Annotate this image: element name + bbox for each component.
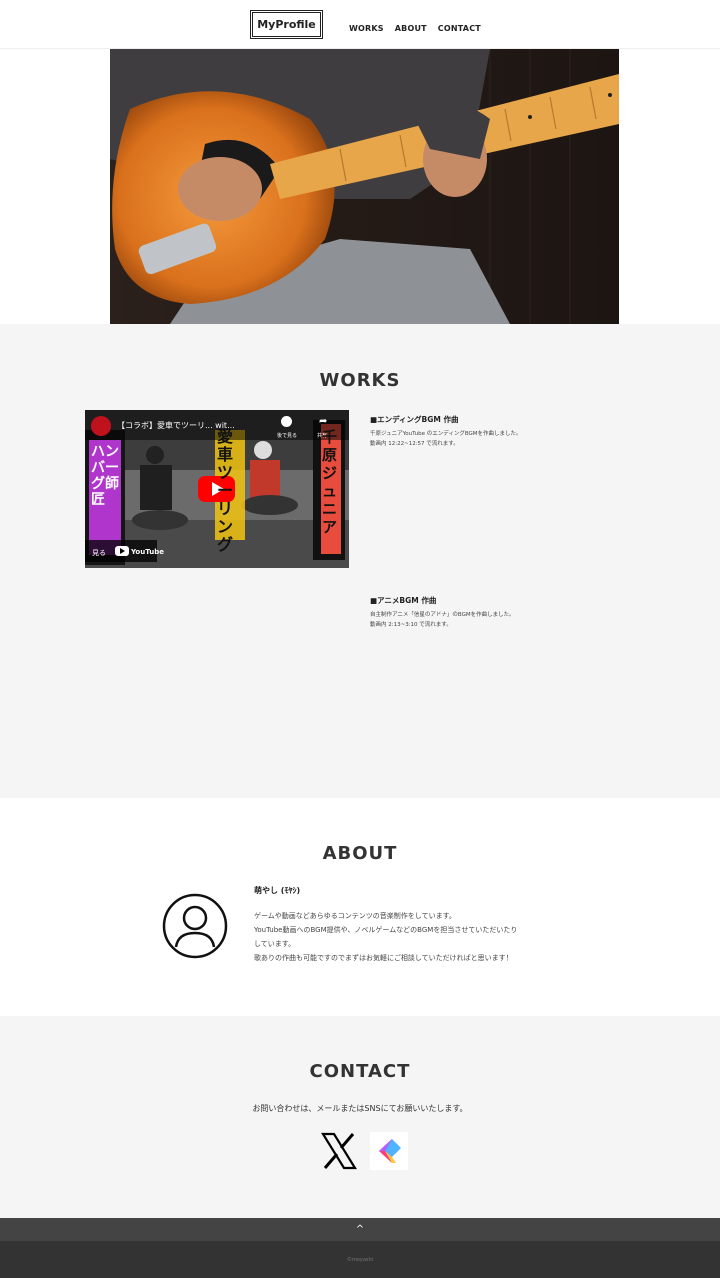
guitar-photo xyxy=(110,49,619,324)
back-to-top-button[interactable]: ^ xyxy=(0,1218,720,1241)
nav-works[interactable]: WORKS xyxy=(349,24,384,33)
about-section: ABOUT 萌やし (ﾓﾔｼ) ゲームや動画などあらゆるコンテンツの音楽制作をし… xyxy=(0,798,720,1016)
contact-text: お問い合わせは、メールまたはSNSにてお願いいたします。 xyxy=(252,1104,468,1113)
work-item-ending-bgm: ■エンディングBGM 作曲 千原ジュニアYouTube のエンディングBGMを作… xyxy=(370,414,670,449)
skeb-logo-icon xyxy=(379,1139,401,1163)
works-title: WORKS xyxy=(319,370,401,391)
user-avatar-icon xyxy=(162,893,228,959)
about-line: YouTube動画へのBGM提供や、ノベルゲームなどのBGMを担当させていただい… xyxy=(254,926,518,934)
hero-image xyxy=(110,49,619,324)
works-section: WORKS 【コラボ】愛車でツーリ... wit... 後で見る 共有 ➦ 見る… xyxy=(0,324,720,798)
work-item-desc-2: 動画内 2:13~3:10 で流れます。 xyxy=(370,622,452,628)
contact-section: CONTACT お問い合わせは、メールまたはSNSにてお願いいたします。 xyxy=(0,1016,720,1218)
x-link[interactable] xyxy=(320,1132,358,1170)
youtube-logo-text[interactable]: YouTube xyxy=(131,548,164,556)
nav-contact[interactable]: CONTACT xyxy=(438,24,481,33)
about-line: しています。 xyxy=(254,940,296,948)
work-item-desc-1: 千原ジュニアYouTube のエンディングBGMを作曲しました。 xyxy=(370,431,522,437)
work-item-title: ■アニメBGM 作曲 xyxy=(370,596,437,605)
chevron-up-icon: ^ xyxy=(355,1224,365,1235)
work-item-anime-bgm: ■アニメBGM 作曲 自主制作アニメ「信星のアドナ」のBGMを作曲しました。 動… xyxy=(370,595,670,630)
site-footer: ©moyashi xyxy=(0,1241,720,1278)
share-icon: ➦ xyxy=(319,416,328,427)
youtube-embed[interactable]: 【コラボ】愛車でツーリ... wit... 後で見る 共有 ➦ 見る YouTu… xyxy=(85,410,349,568)
thumb-text-left: ハンバーグ師匠 xyxy=(91,444,119,508)
logo-link[interactable]: MyProfile xyxy=(250,10,323,39)
about-name: 萌やし (ﾓﾔｼ) xyxy=(254,886,301,895)
thumb-text-center: 愛車ツーリング xyxy=(217,427,234,554)
about-title: ABOUT xyxy=(322,843,398,864)
watch-later-label[interactable]: 後で見る xyxy=(277,432,297,439)
clock-icon xyxy=(281,416,292,427)
contact-title: CONTACT xyxy=(309,1061,411,1082)
copyright: ©moyashi xyxy=(346,1257,374,1263)
thumb-text-right: 千原ジュニア xyxy=(322,428,338,536)
x-logo-icon xyxy=(321,1132,357,1170)
about-description: ゲームや動画などあらゆるコンテンツの音楽制作をしています。 YouTube動画へ… xyxy=(254,909,579,965)
site-header: MyProfile WORKS ABOUT CONTACT xyxy=(0,0,720,49)
work-item-desc-1: 自主制作アニメ「信星のアドナ」のBGMを作曲しました。 xyxy=(370,612,515,618)
global-nav: WORKS ABOUT CONTACT xyxy=(349,24,492,33)
watch-on-label[interactable]: 見る xyxy=(92,548,106,558)
skeb-link[interactable] xyxy=(370,1132,408,1170)
about-line: 歌ありの作曲も可能ですのでまずはお気軽にご相談していただければと思います！ xyxy=(254,954,513,962)
work-item-title: ■エンディングBGM 作曲 xyxy=(370,415,459,424)
about-line: ゲームや動画などあらゆるコンテンツの音楽制作をしています。 xyxy=(254,912,456,920)
work-item-desc-2: 動画内 12:22~12:57 で流れます。 xyxy=(370,441,459,447)
nav-about[interactable]: ABOUT xyxy=(395,24,427,33)
